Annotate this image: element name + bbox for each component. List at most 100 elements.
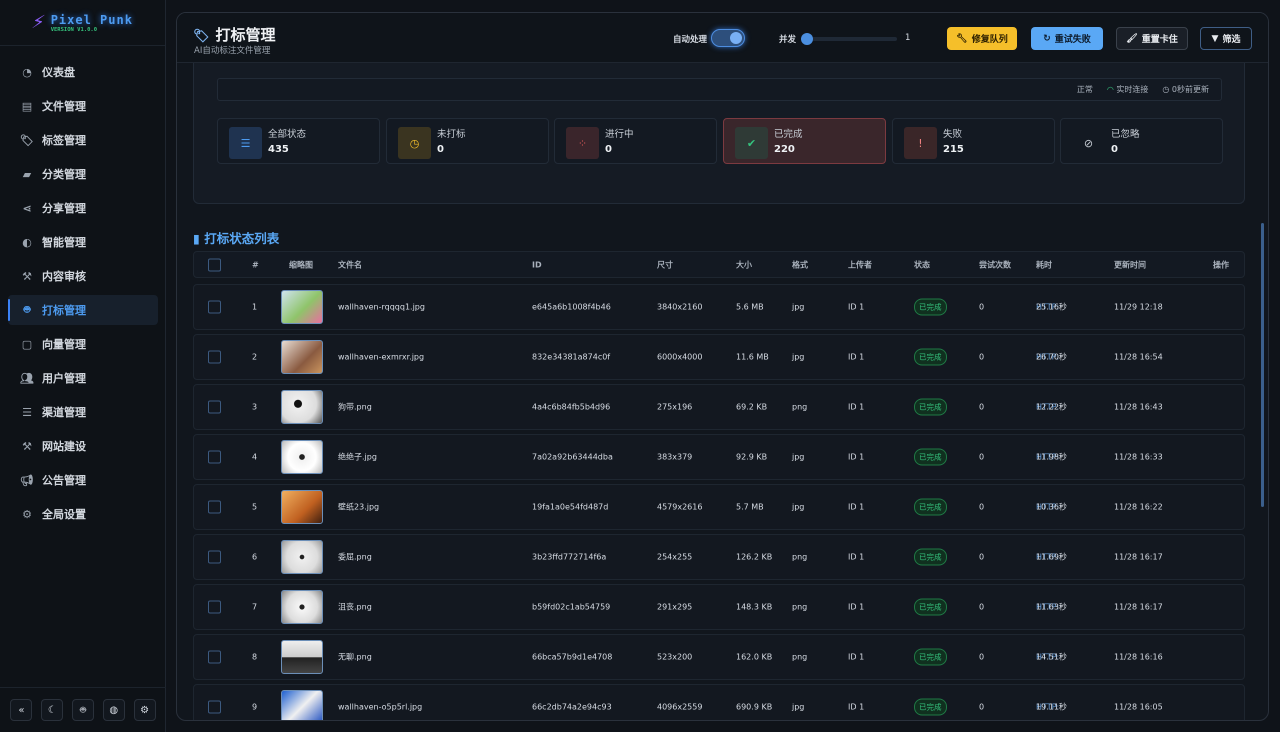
file-format: png: [792, 602, 808, 612]
thumbnail[interactable]: [281, 340, 323, 374]
column-header[interactable]: 尺寸: [657, 259, 673, 270]
reset-stuck-button[interactable]: 🖌︎ 重置卡住: [1116, 27, 1188, 50]
sidebar-item-8[interactable]: ▢ 向量管理: [8, 329, 158, 359]
dimensions: 4579x2616: [657, 502, 703, 512]
stat-card[interactable]: ⊘ 已忽略 0: [1060, 118, 1223, 164]
stat-card[interactable]: ☰ 全部状态 435: [217, 118, 380, 164]
sidebar-item-4[interactable]: ⋖ 分享管理: [8, 193, 158, 223]
sidebar-item-10[interactable]: ☰ 渠道管理: [8, 397, 158, 427]
thumbnail[interactable]: [281, 690, 323, 720]
thumbnail[interactable]: [281, 640, 323, 674]
sidebar-item-12[interactable]: 📢︎ 公告管理: [8, 465, 158, 495]
thumbnail[interactable]: [281, 440, 323, 474]
table-row[interactable]: 1 wallhaven-rqqqq1.jpg e645a6b1008f4b46 …: [193, 284, 1245, 330]
sidebar-item-0[interactable]: ◔ 仪表盘: [8, 57, 158, 87]
concurrency-slider[interactable]: [801, 33, 897, 45]
exclamation-circle-icon: !: [904, 127, 937, 159]
sidebar-item-1[interactable]: ▤ 文件管理: [8, 91, 158, 121]
duration-value: 25.16秒: [1036, 302, 1067, 312]
scrollbar[interactable]: [1261, 223, 1264, 507]
collapse-icon[interactable]: «: [10, 699, 33, 721]
table-row[interactable]: 3 狗带.png 4a4c6b84fb5b4d96 275x196 69.2 K…: [193, 384, 1245, 430]
sidebar-item-2[interactable]: 🏷︎ 标签管理: [8, 125, 158, 155]
sidebar-item-11[interactable]: ⚒ 网站建设: [8, 431, 158, 461]
table-row[interactable]: 7 沮丧.png b59fd02c1ab54759 291x295 148.3 …: [193, 584, 1245, 630]
stat-card[interactable]: ✔ 已完成 220: [723, 118, 886, 164]
file-format: jpg: [792, 302, 805, 312]
duration-value: 12.22秒: [1036, 402, 1067, 412]
thumbnail[interactable]: [281, 590, 323, 624]
sidebar-item-9[interactable]: 👥︎ 用户管理: [8, 363, 158, 393]
sidebar-item-13[interactable]: ⚙ 全局设置: [8, 499, 158, 529]
repair-queue-button[interactable]: 🔧︎ 修复队列: [947, 27, 1017, 50]
dimensions: 383x379: [657, 452, 693, 462]
table-row[interactable]: 2 wallhaven-exmrxr.jpg 832e34381a874c0f …: [193, 334, 1245, 380]
table-row[interactable]: 5 壁纸23.jpg 19fa1a0e54fd487d 4579x2616 5.…: [193, 484, 1245, 530]
file-name: 沮丧.png: [338, 602, 372, 612]
globe-icon[interactable]: ◍: [102, 699, 125, 721]
column-header[interactable]: 文件名: [338, 259, 362, 270]
users-icon: 👥︎: [20, 371, 34, 385]
page-title: 🏷︎ 打标管理: [193, 24, 276, 45]
column-header[interactable]: 更新时间: [1114, 259, 1146, 270]
sidebar-item-label: 分类管理: [42, 168, 86, 181]
sidebar-item-3[interactable]: ▰ 分类管理: [8, 159, 158, 189]
row-checkbox[interactable]: [208, 350, 221, 364]
auto-process-toggle[interactable]: [711, 29, 745, 47]
row-checkbox[interactable]: [208, 550, 221, 564]
updated-time: 11/28 16:17: [1114, 552, 1163, 562]
column-header[interactable]: 大小: [736, 259, 752, 270]
table-row[interactable]: 4 绝绝子.jpg 7a02a92b63444dba 383x379 92.9 …: [193, 434, 1245, 480]
column-header[interactable]: 格式: [792, 259, 808, 270]
column-header[interactable]: 尝试次数: [979, 259, 1011, 270]
row-checkbox[interactable]: [208, 450, 221, 464]
row-checkbox[interactable]: [208, 700, 221, 714]
stat-value: 435: [268, 144, 289, 155]
column-header[interactable]: ID: [532, 260, 542, 269]
stat-card[interactable]: ◷ 未打标 0: [386, 118, 549, 164]
column-header[interactable]: 上传者: [848, 259, 872, 270]
file-id: 832e34381a874c0f: [532, 352, 611, 362]
retry-failed-button[interactable]: ↻ 重试失败: [1031, 27, 1103, 50]
folder-icon: ▰: [22, 167, 32, 181]
stat-card[interactable]: ! 失败 215: [892, 118, 1055, 164]
row-checkbox[interactable]: [208, 600, 221, 614]
stat-card[interactable]: ⁘ 进行中 0: [554, 118, 717, 164]
duration-value: 11.98秒: [1036, 452, 1067, 462]
table-row[interactable]: 9 wallhaven-o5p5rl.jpg 66c2db74a2e94c93 …: [193, 684, 1245, 720]
sidebar-item-7[interactable]: 🤖︎ 打标管理: [8, 295, 158, 325]
filter-button[interactable]: ▼ 筛选: [1200, 27, 1252, 50]
select-all-checkbox[interactable]: [208, 258, 221, 271]
thumbnail[interactable]: [281, 540, 323, 574]
file-format: jpg: [792, 452, 805, 462]
thumbnail[interactable]: [281, 490, 323, 524]
stat-value: 215: [943, 144, 964, 155]
column-header[interactable]: 状态: [914, 259, 930, 270]
status-badge: 已完成: [914, 698, 947, 716]
row-checkbox[interactable]: [208, 500, 221, 514]
dimensions: 6000x4000: [657, 352, 703, 362]
duration-value: 10.36秒: [1036, 502, 1067, 512]
table-row[interactable]: 6 委屈.png 3b23ffd772714f6a 254x255 126.2 …: [193, 534, 1245, 580]
sidebar-item-label: 网站建设: [42, 440, 86, 453]
filter-icon: ▼: [1211, 33, 1219, 44]
thumbnail[interactable]: [281, 290, 323, 324]
row-checkbox[interactable]: [208, 400, 221, 414]
sidebar-item-6[interactable]: ⚒ 内容审核: [8, 261, 158, 291]
sidebar-item-5[interactable]: ◐ 智能管理: [8, 227, 158, 257]
file-size: 11.6 MB: [736, 352, 769, 362]
sidebar-item-label: 向量管理: [42, 338, 86, 351]
duration-value: 11.69秒: [1036, 552, 1067, 562]
slider-knob[interactable]: [801, 33, 813, 45]
logo: ⚡ Pixel Punk VERSION V1.0.0: [0, 0, 165, 46]
table-row[interactable]: 8 无聊.png 66bca57b9d1e4708 523x200 162.0 …: [193, 634, 1245, 680]
column-header[interactable]: 耗时: [1036, 259, 1052, 270]
file-size: 148.3 KB: [736, 602, 773, 612]
row-checkbox[interactable]: [208, 650, 221, 664]
robot-icon[interactable]: 🤖︎: [71, 699, 94, 721]
thumbnail[interactable]: [281, 390, 323, 424]
file-size: 162.0 KB: [736, 652, 773, 662]
row-checkbox[interactable]: [208, 300, 221, 314]
moon-icon[interactable]: ☾: [41, 699, 64, 721]
gear-icon[interactable]: ⚙: [133, 699, 156, 721]
